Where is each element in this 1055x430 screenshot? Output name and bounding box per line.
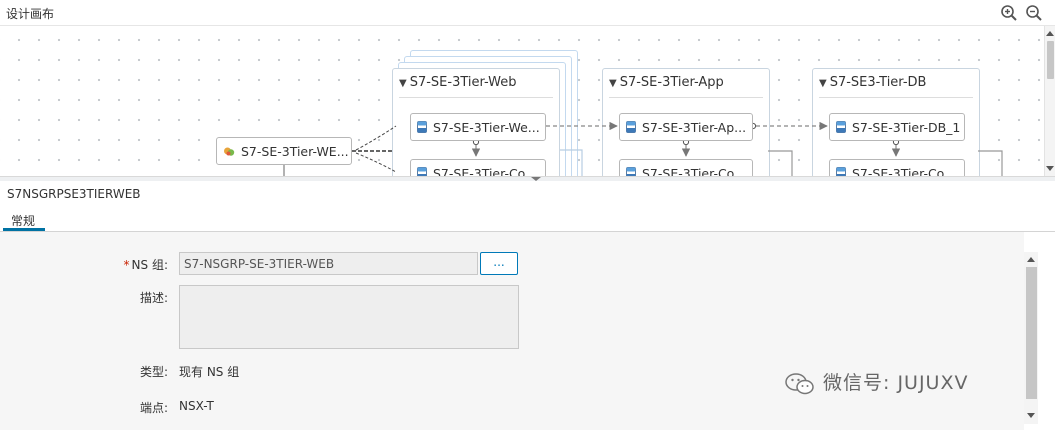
tab-general[interactable]: 常规 [3, 208, 45, 231]
scroll-up-icon[interactable] [1046, 31, 1054, 36]
canvas-header: 设计画布 [0, 0, 1055, 26]
scroll-thumb[interactable] [1026, 267, 1037, 399]
connector-line [355, 125, 397, 151]
zoom-out-icon[interactable] [1025, 4, 1043, 22]
scroll-down-icon[interactable] [1027, 413, 1035, 418]
description-textarea[interactable] [179, 285, 519, 349]
details-tabs: 常规 [0, 208, 1055, 232]
wechat-watermark: 微信号: JUJUXV [785, 368, 968, 396]
connector-line [978, 150, 1003, 176]
panel-splitter[interactable] [0, 176, 1055, 181]
connector-line [768, 150, 793, 176]
database-icon [836, 121, 846, 133]
security-group-icon [224, 147, 235, 156]
workload-node[interactable]: S7-SE-3Tier-Ap... [619, 113, 753, 141]
database-icon [626, 167, 636, 176]
ns-group-label: * NS 组: [123, 258, 168, 272]
database-icon [836, 167, 846, 176]
wechat-icon [785, 372, 814, 394]
description-label: 描述: [139, 291, 168, 305]
scroll-up-icon[interactable] [1027, 257, 1035, 262]
canvas-scrollbar[interactable] [1044, 26, 1055, 176]
zoom-in-icon[interactable] [1000, 4, 1018, 22]
source-node[interactable]: S7-SE-3Tier-WE... [216, 137, 352, 165]
database-icon [626, 121, 636, 133]
workload-node[interactable]: S7-SE-3Tier-We... [410, 113, 546, 141]
database-icon [417, 121, 427, 133]
scroll-thumb[interactable] [1047, 41, 1054, 79]
connector-line [560, 149, 583, 176]
endpoint-label: 端点: [139, 401, 168, 415]
workload-node[interactable]: S7-SE-3Tier-Co... [829, 159, 965, 176]
workload-node[interactable]: S7-SE-3Tier-DB_1 [829, 113, 965, 141]
workload-node[interactable]: S7-SE-3Tier-Co... [410, 159, 546, 176]
design-canvas[interactable]: ▼ S7-SE-3Tier-Web ▼ S7-SE-3Tier-App ▼ S7-SE… [0, 26, 1044, 176]
ns-group-input[interactable]: S7-NSGRP-SE-3TIER-WEB [179, 252, 478, 275]
connector-layer [283, 121, 1003, 176]
type-value: 现有 NS 组 [179, 365, 240, 379]
canvas-title: 设计画布 [6, 7, 55, 21]
form-scrollbar[interactable] [1024, 252, 1038, 424]
scroll-down-icon[interactable] [1046, 166, 1054, 171]
endpoint-value: NSX-T [179, 399, 214, 413]
connector-line [355, 152, 397, 173]
details-title: S7NSGRPSE3TIERWEB [7, 187, 141, 201]
workload-node[interactable]: S7-SE-3Tier-Co... [619, 159, 753, 176]
database-icon [417, 167, 427, 176]
type-label: 类型: [139, 365, 168, 379]
browse-button[interactable]: ... [480, 252, 518, 275]
splitter-grip-icon[interactable] [531, 177, 541, 181]
details-form: * NS 组: S7-NSGRP-SE-3TIER-WEB ... 描述: 类型:… [0, 232, 1024, 430]
